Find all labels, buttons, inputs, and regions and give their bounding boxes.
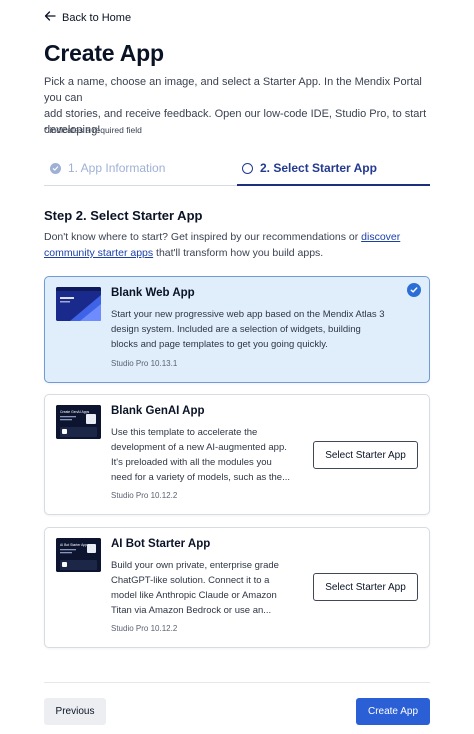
- back-to-home-link[interactable]: Back to Home: [44, 10, 131, 25]
- card-description: Start your new progressive web app based…: [111, 309, 385, 350]
- select-starter-app-button[interactable]: Select Starter App: [313, 573, 418, 601]
- starter-app-card-blank-genai-app[interactable]: Create GenAI Apps Blank GenAI App Use th…: [44, 394, 430, 515]
- select-starter-app-button[interactable]: Select Starter App: [313, 441, 418, 469]
- svg-text:Create GenAI Apps: Create GenAI Apps: [60, 410, 90, 414]
- app-thumbnail: [56, 287, 101, 321]
- back-link-label: Back to Home: [62, 11, 132, 24]
- page-title: Create App: [44, 40, 164, 66]
- previous-button[interactable]: Previous: [44, 698, 106, 725]
- section-title: Step 2. Select Starter App: [44, 208, 203, 223]
- card-title: Blank Web App: [111, 287, 195, 299]
- card-version: Studio Pro 10.13.1: [111, 359, 178, 368]
- step-app-information[interactable]: 1. App Information: [50, 161, 165, 175]
- card-version: Studio Pro 10.12.2: [111, 624, 178, 633]
- card-description: Build your own private, enterprise grade…: [111, 560, 279, 616]
- card-title: Blank GenAI App: [111, 405, 205, 417]
- starter-app-card-ai-bot-starter-app[interactable]: AI Bot Starter App AI Bot Starter App Bu…: [44, 527, 430, 648]
- svg-text:AI Bot Starter App: AI Bot Starter App: [60, 543, 87, 547]
- check-circle-icon: [50, 162, 61, 174]
- step-label: 1. App Information: [68, 161, 166, 175]
- arrow-left-icon: [44, 10, 56, 25]
- footer-divider: [44, 682, 430, 683]
- required-field-note: * indicates a required field: [44, 125, 142, 135]
- step-label: 2. Select Starter App: [260, 161, 377, 175]
- section-description: Don't know where to start? Get inspired …: [44, 231, 401, 259]
- card-description: Use this template to accelerate the deve…: [111, 427, 291, 483]
- card-version: Studio Pro 10.12.2: [111, 491, 178, 500]
- active-step-indicator: [237, 184, 430, 186]
- app-thumbnail: AI Bot Starter App: [56, 538, 101, 572]
- card-title: AI Bot Starter App: [111, 538, 211, 550]
- app-thumbnail: Create GenAI Apps: [56, 405, 101, 439]
- starter-app-card-blank-web-app[interactable]: Blank Web App Start your new progressive…: [44, 276, 430, 383]
- step-select-starter-app[interactable]: 2. Select Starter App: [242, 161, 377, 175]
- step-progress: 1. App Information 2. Select Starter App: [44, 158, 430, 186]
- create-app-button[interactable]: Create App: [356, 698, 430, 725]
- circle-outline-icon: [242, 162, 253, 174]
- selected-check-icon: [407, 283, 421, 297]
